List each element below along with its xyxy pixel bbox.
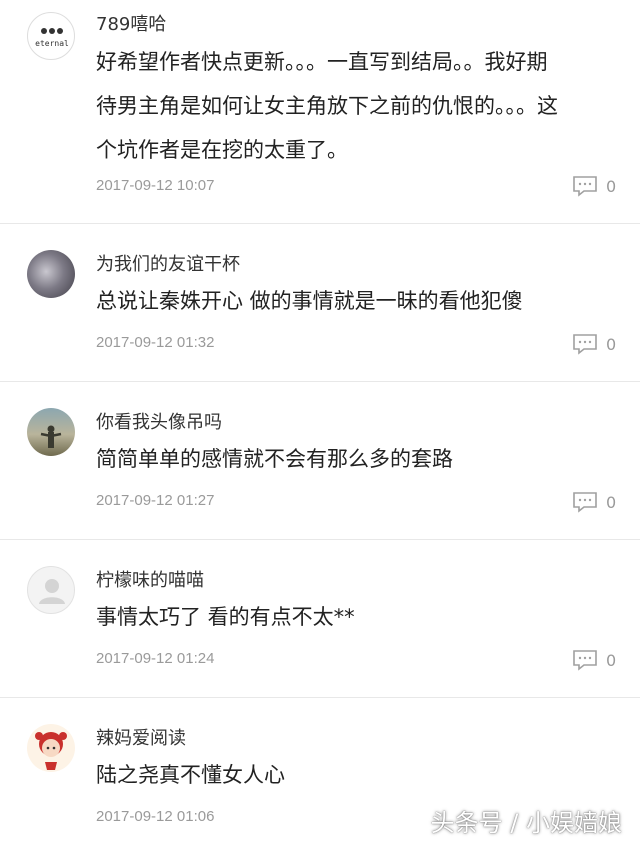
user-avatar[interactable] <box>27 408 75 456</box>
comment-text: 陆之尧真不懂女人心 <box>96 753 616 797</box>
timestamp: 2017-09-12 01:24 <box>96 650 215 667</box>
comment-line: 简简单单的感情就不会有那么多的套路 <box>96 447 453 471</box>
comment-item: 柠檬味的喵喵 事情太巧了 看的有点不太** 2017-09-12 01:24 0 <box>0 540 640 698</box>
comment-line: 陆之尧真不懂女人心 <box>96 763 285 787</box>
comment-text: 好希望作者快点更新。。。一直写到结局。。我好期 待男主角是如何让女主角放下之前的… <box>96 40 616 172</box>
comment-item: 你看我头像吊吗 简简单单的感情就不会有那么多的套路 2017-09-12 01:… <box>0 382 640 540</box>
reply-count: 0 <box>606 650 617 670</box>
reply-button[interactable]: 0 <box>572 175 616 197</box>
comment-bubble-icon <box>573 334 597 355</box>
timestamp: 2017-09-12 10:07 <box>96 177 215 194</box>
timestamp: 2017-09-12 01:32 <box>96 334 215 351</box>
svg-text:eternal: eternal <box>35 39 69 48</box>
username[interactable]: 柠檬味的喵喵 <box>96 566 204 592</box>
comment-bubble-icon <box>573 492 597 513</box>
comment-line: 总说让秦姝开心 做的事情就是一昧的看他犯傻 <box>96 289 523 313</box>
timestamp: 2017-09-12 01:27 <box>96 492 215 509</box>
reply-button[interactable]: 0 <box>572 333 616 355</box>
username[interactable]: 为我们的友谊干杯 <box>96 250 240 276</box>
comment-line: 个坑作者是在挖的太重了。 <box>96 138 348 162</box>
username[interactable]: 你看我头像吊吗 <box>96 408 222 434</box>
comment-bubble-icon <box>573 650 597 671</box>
comment-item: eternal 789嘻哈 好希望作者快点更新。。。一直写到结局。。我好期 待男… <box>0 0 640 224</box>
comment-text: 事情太巧了 看的有点不太** <box>96 595 616 639</box>
user-avatar[interactable] <box>27 250 75 298</box>
comment-text: 总说让秦姝开心 做的事情就是一昧的看他犯傻 <box>96 279 616 323</box>
comment-bubble-icon <box>573 176 597 197</box>
comment-line: 待男主角是如何让女主角放下之前的仇恨的。。。这 <box>96 94 558 118</box>
user-avatar[interactable] <box>27 566 75 614</box>
reply-count: 0 <box>606 176 617 196</box>
comment-item: 为我们的友谊干杯 总说让秦姝开心 做的事情就是一昧的看他犯傻 2017-09-1… <box>0 224 640 382</box>
comment-line: 好希望作者快点更新。。。一直写到结局。。我好期 <box>96 50 548 74</box>
reply-count: 0 <box>606 492 617 512</box>
username[interactable]: 辣妈爱阅读 <box>96 724 186 750</box>
user-avatar[interactable]: eternal <box>27 12 75 60</box>
username[interactable]: 789嘻哈 <box>96 10 166 36</box>
reply-button[interactable]: 0 <box>572 491 616 513</box>
reply-count: 0 <box>606 334 617 354</box>
user-avatar[interactable] <box>27 724 75 772</box>
comment-line: 事情太巧了 看的有点不太** <box>96 605 355 629</box>
timestamp: 2017-09-12 01:06 <box>96 808 215 825</box>
comment-text: 简简单单的感情就不会有那么多的套路 <box>96 437 616 481</box>
reply-button[interactable]: 0 <box>572 649 616 671</box>
watermark: 头条号 / 小娱嫱娘 <box>430 809 622 837</box>
